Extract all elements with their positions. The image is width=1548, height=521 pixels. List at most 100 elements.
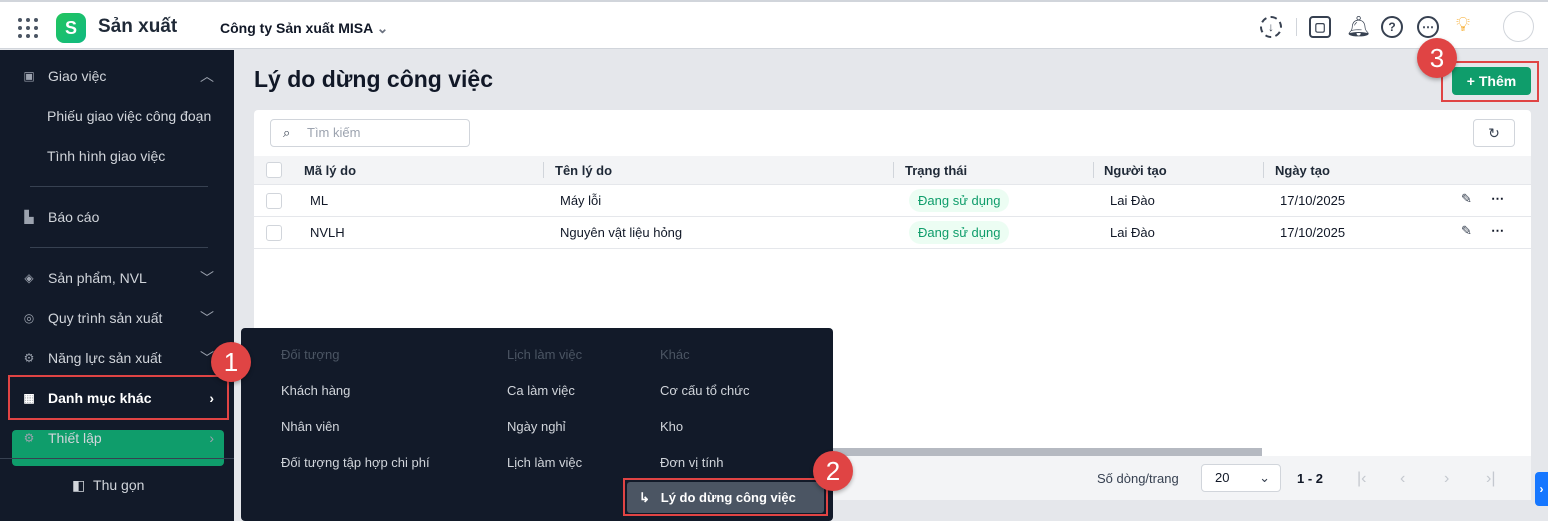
cube-icon: ◈ <box>24 271 34 285</box>
sidebar: ▣ Giao việc ︿ Phiếu giao việc công đoạn Tì… <box>0 50 234 521</box>
divider <box>0 458 234 459</box>
page-title: Lý do dừng công việc <box>254 66 494 92</box>
refresh-button[interactable]: ↻ <box>1473 119 1515 147</box>
divider <box>1296 18 1297 36</box>
menu-group-title: Khác <box>660 347 690 362</box>
clipboard-icon: ▣ <box>23 69 35 83</box>
menu-group-title: Đối tượng <box>281 347 340 362</box>
more-icon[interactable]: ⋯ <box>1417 16 1439 38</box>
app-name: Sản xuất <box>98 16 178 37</box>
app-grid-icon[interactable] <box>18 18 38 38</box>
menu-item[interactable]: Kho <box>660 419 683 434</box>
more-icon[interactable]: ⋯ <box>1491 191 1504 207</box>
chevron-down-icon: ⌄ <box>376 20 389 36</box>
col-creator[interactable]: Người tạo <box>1104 163 1167 178</box>
cell-date: 17/10/2025 <box>1280 225 1346 240</box>
highlight-box <box>1441 61 1539 102</box>
chevron-right-icon: › <box>209 430 214 446</box>
chart-icon: ▙ <box>24 210 34 224</box>
status-badge: Đang sử dụng <box>909 221 1010 244</box>
label: Sản phẩm, NVL <box>48 270 147 286</box>
menu-item[interactable]: Đơn vị tính <box>660 455 723 470</box>
row-checkbox[interactable] <box>266 193 282 209</box>
lightbulb-icon[interactable]: 💡︎ <box>1456 14 1470 37</box>
sidebar-sub-phieu-giao-viec[interactable]: Phiếu giao việc công đoạn <box>47 108 211 124</box>
company-name: Công ty Sản xuất MISA <box>220 20 373 36</box>
edit-icon[interactable]: ✎ <box>1461 223 1472 239</box>
menu-item[interactable]: Nhân viên <box>281 419 340 434</box>
col-name[interactable]: Tên lý do <box>555 163 612 178</box>
cell-code: ML <box>310 193 329 208</box>
app-logo-icon: S <box>56 13 86 43</box>
first-page-icon[interactable]: |‹ <box>1357 470 1366 488</box>
col-status[interactable]: Trạng thái <box>905 163 967 178</box>
cell-code: NVLH <box>310 225 345 240</box>
step-marker-3: 3 <box>1417 38 1457 78</box>
highlight-box <box>8 375 229 420</box>
bell-icon[interactable]: 🔔︎ <box>1346 14 1371 39</box>
col-date[interactable]: Ngày tạo <box>1275 163 1330 178</box>
sidebar-item-thiet-lap[interactable]: ⚙ Thiết lập › <box>22 430 222 446</box>
label: Giao việc <box>48 68 107 84</box>
divider <box>30 247 208 248</box>
cell-name: Máy lỗi <box>560 193 602 208</box>
label: Báo cáo <box>48 209 100 225</box>
chevron-down-icon: ⌄ <box>1259 470 1270 485</box>
collapse-icon: ◧ <box>72 477 86 493</box>
package-icon[interactable]: ▢ <box>1309 16 1331 38</box>
col-code[interactable]: Mã lý do <box>304 163 356 178</box>
collapse-button[interactable]: ◧ Thu gọn <box>72 477 144 494</box>
label: Thiết lập <box>48 430 102 446</box>
chevron-up-icon: ︿ <box>200 68 214 84</box>
cell-creator: Lai Đào <box>1110 225 1155 240</box>
avatar[interactable] <box>1503 11 1534 42</box>
divider <box>893 162 894 178</box>
divider <box>543 162 544 178</box>
sidebar-item-giao-viec[interactable]: ▣ Giao việc ︿ <box>22 68 222 84</box>
search-input[interactable]: ⌕ Tìm kiếm <box>270 119 470 147</box>
menu-item[interactable]: Cơ cấu tổ chức <box>660 383 749 398</box>
process-icon: ◎ <box>23 311 35 325</box>
side-panel-toggle[interactable]: › <box>1535 472 1548 506</box>
menu-item[interactable]: Lịch làm việc <box>507 455 582 470</box>
refresh-icon: ↻ <box>1488 125 1500 141</box>
chevron-down-icon: ﹀ <box>200 310 214 326</box>
help-icon[interactable]: ? <box>1381 16 1403 38</box>
gear-user-icon: ⚙ <box>23 351 35 365</box>
sidebar-item-bao-cao[interactable]: ▙ Báo cáo <box>22 209 222 225</box>
status-badge: Đang sử dụng <box>909 189 1010 212</box>
sidebar-item-nang-luc[interactable]: ⚙ Năng lực sản xuất ﹀ <box>22 350 222 366</box>
menu-group-title: Lịch làm việc <box>507 347 583 362</box>
sidebar-item-quy-trinh[interactable]: ◎ Quy trình sản xuất ﹀ <box>22 310 222 326</box>
next-page-icon[interactable]: › <box>1444 470 1449 488</box>
last-page-icon[interactable]: ›| <box>1486 470 1495 488</box>
menu-item[interactable]: Ngày nghỉ <box>507 419 566 434</box>
menu-item[interactable]: Ca làm việc <box>507 383 575 398</box>
sidebar-sub-tinh-hinh[interactable]: Tình hình giao việc <box>47 148 165 164</box>
label: Năng lực sản xuất <box>48 350 162 366</box>
page-range: 1 - 2 <box>1297 471 1324 486</box>
edit-icon[interactable]: ✎ <box>1461 191 1472 207</box>
top-header: S Sản xuất Công ty Sản xuất MISA ⌄ ↓ ▢ 🔔… <box>0 0 1548 49</box>
sidebar-item-san-pham[interactable]: ◈ Sản phẩm, NVL ﹀ <box>22 270 222 286</box>
gear-icon: ⚙ <box>23 431 35 445</box>
divider <box>1263 162 1264 178</box>
label: Quy trình sản xuất <box>48 310 163 326</box>
step-marker-1: 1 <box>211 342 251 382</box>
select-all-checkbox[interactable] <box>266 162 282 178</box>
company-selector[interactable]: Công ty Sản xuất MISA ⌄ <box>220 20 388 37</box>
row-checkbox[interactable] <box>266 225 282 241</box>
page-size-select[interactable]: 20 ⌄ <box>1201 464 1281 492</box>
rows-per-page-label: Số dòng/trang <box>1097 471 1179 486</box>
placeholder: Tìm kiếm <box>307 125 361 140</box>
cell-name: Nguyên vật liệu hỏng <box>560 225 683 240</box>
highlight-box <box>623 478 828 516</box>
menu-item[interactable]: Đối tượng tập hợp chi phí <box>281 455 430 470</box>
label: Thu gọn <box>93 477 145 493</box>
menu-item[interactable]: Khách hàng <box>281 383 350 398</box>
cell-creator: Lai Đào <box>1110 193 1155 208</box>
download-icon[interactable]: ↓ <box>1260 16 1282 38</box>
value: 20 <box>1215 470 1230 485</box>
prev-page-icon[interactable]: ‹ <box>1400 470 1405 488</box>
more-icon[interactable]: ⋯ <box>1491 223 1504 239</box>
